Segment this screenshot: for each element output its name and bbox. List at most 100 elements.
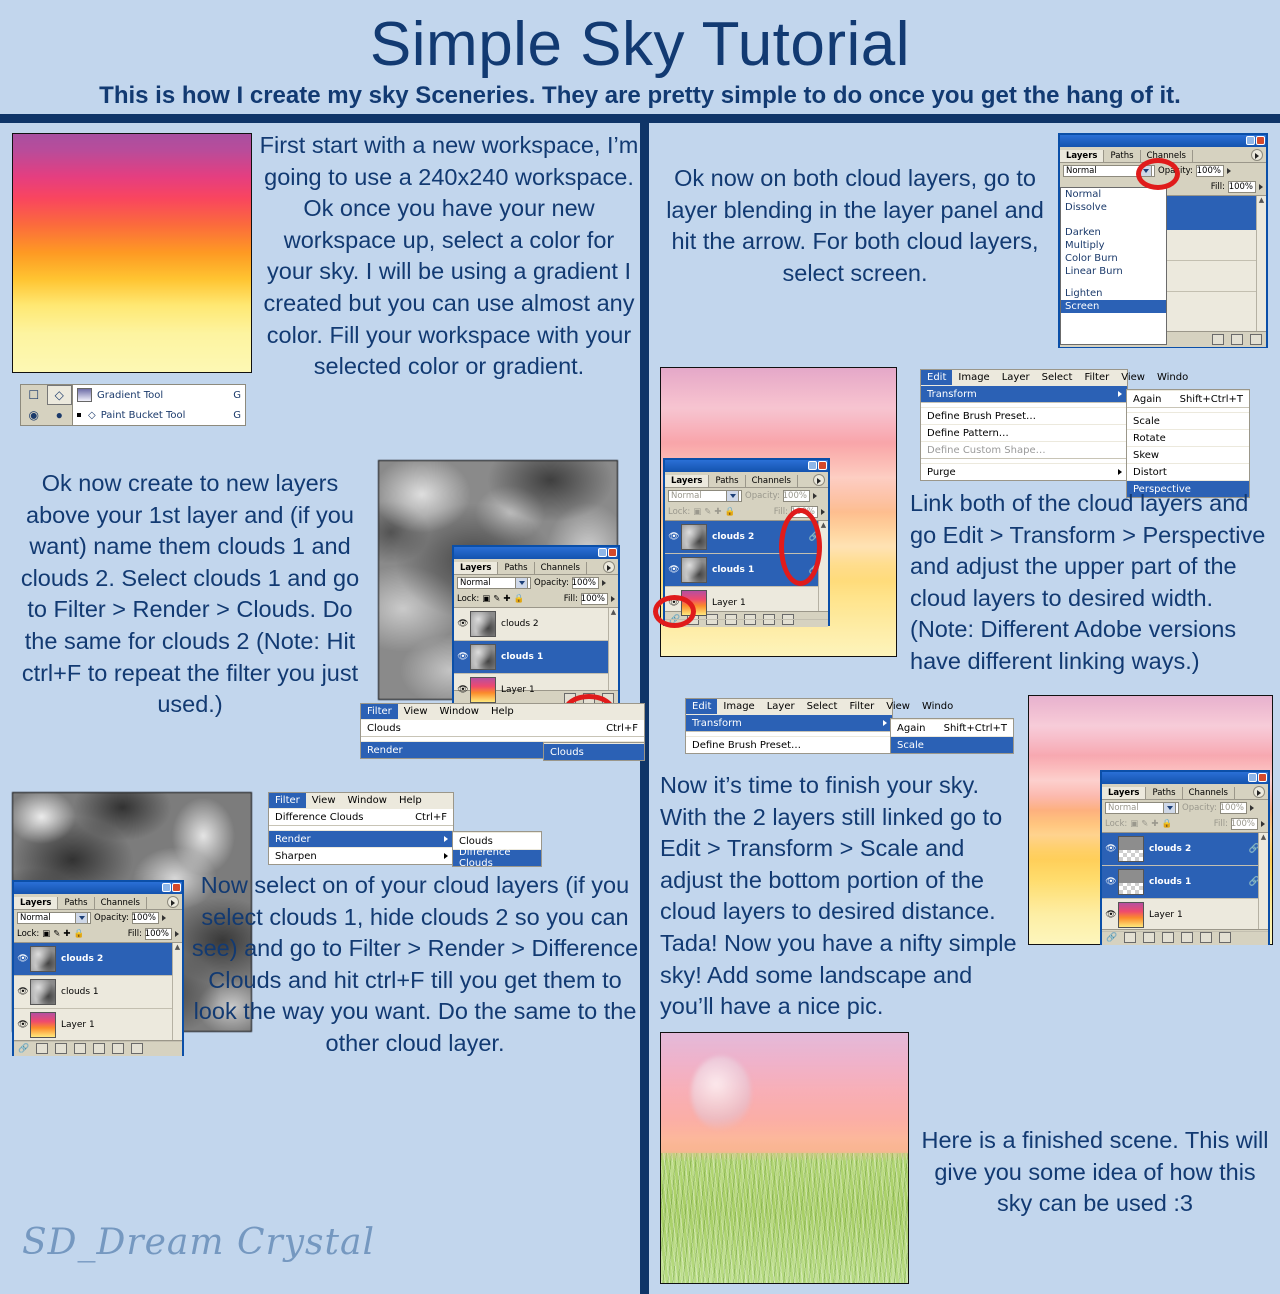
fill-input[interactable]: 100%	[581, 593, 608, 605]
filter-menu-difference[interactable]: Filter View Window Help Difference Cloud…	[268, 792, 454, 865]
blend-option-normal[interactable]: Normal	[1061, 188, 1166, 201]
menu-item-sharpen[interactable]: Sharpen	[269, 847, 453, 864]
layer-mask-icon[interactable]	[1143, 932, 1156, 943]
new-layer-icon[interactable]	[1200, 932, 1213, 943]
close-icon[interactable]	[818, 461, 827, 470]
eraser-tool-icon[interactable]: ☐	[21, 385, 47, 405]
scroll-up-icon[interactable]: ▲	[173, 943, 182, 951]
layer-row-layer-1[interactable]: 👁 Layer 1	[14, 1009, 182, 1042]
lock-image-icon[interactable]: ✎	[1141, 819, 1148, 829]
menubar-row[interactable]: Filter View Window Help	[269, 793, 453, 808]
menubar-row[interactable]: Edit Image Layer Select Filter View Wind…	[921, 370, 1188, 385]
visibility-eye-icon[interactable]: 👁	[456, 652, 470, 662]
layer-row-clouds-1[interactable]: 👁 clouds 1	[14, 976, 182, 1009]
opacity-input[interactable]: 100%	[1195, 165, 1224, 177]
layer-row-clouds-1[interactable]: 👁 clouds 1 🔗	[1102, 866, 1268, 899]
lock-all-icon[interactable]: 🔒	[74, 929, 85, 939]
minimize-icon[interactable]	[1246, 136, 1255, 145]
lock-all-icon[interactable]: 🔒	[725, 507, 736, 517]
lock-position-icon[interactable]: ✚	[63, 929, 70, 939]
layer-row-clouds-2[interactable]: 👁 clouds 2	[14, 943, 182, 976]
visibility-eye-icon[interactable]: 👁	[16, 954, 30, 964]
blend-option-multiply[interactable]: Multiply	[1061, 239, 1166, 252]
lock-transparency-icon[interactable]: ▣	[1130, 819, 1138, 829]
tab-paths[interactable]: Paths	[1146, 787, 1183, 799]
chevron-down-icon[interactable]	[726, 490, 739, 502]
blend-mode-select[interactable]: Normal	[17, 912, 91, 924]
blend-option-lighten[interactable]: Lighten	[1061, 287, 1166, 300]
lock-transparency-icon[interactable]: ▣	[482, 594, 490, 604]
menu-filter[interactable]: Filter	[269, 793, 306, 808]
new-group-icon[interactable]	[93, 1043, 106, 1054]
opacity-slider-icon[interactable]	[1249, 805, 1254, 811]
visibility-eye-icon[interactable]: 👁	[667, 532, 681, 542]
edit-menu-perspective[interactable]: Edit Image Layer Select Filter View Wind…	[920, 369, 1188, 481]
menu-view[interactable]: View	[880, 699, 916, 714]
opacity-input[interactable]: 100%	[572, 577, 599, 589]
layers-list[interactable]: ▲ 👁 clouds 2 👁 clouds 1 👁 Layer 1	[14, 942, 182, 1042]
layer-row-clouds-2[interactable]: 👁 clouds 2	[454, 608, 618, 641]
opacity-slider-icon[interactable]	[812, 493, 817, 499]
visibility-eye-icon[interactable]: 👁	[1104, 910, 1118, 920]
blend-mode-select[interactable]: Normal	[1105, 802, 1179, 814]
link-layers-icon[interactable]: 🔗	[1106, 933, 1117, 943]
menu-item-define-brush-preset[interactable]: Define Brush Preset…	[686, 736, 892, 753]
lock-transparency-icon[interactable]: ▣	[42, 929, 50, 939]
tab-paths[interactable]: Paths	[498, 562, 535, 574]
window-buttons[interactable]	[808, 461, 827, 470]
transform-submenu-perspective[interactable]: Again Shift+Ctrl+T Scale Rotate Skew Dis…	[1126, 389, 1250, 498]
menu-item-define-brush-preset[interactable]: Define Brush Preset…	[921, 407, 1127, 424]
layers-panel-1[interactable]: Layers Paths Channels Normal Opacity: 10…	[452, 545, 620, 707]
submenu-item-difference-clouds[interactable]: Difference Clouds	[453, 847, 541, 869]
window-buttons[interactable]	[1248, 773, 1267, 782]
layer-row-layer-1[interactable]: 👁 Layer 1	[1102, 899, 1268, 932]
panel-titlebar[interactable]	[454, 547, 618, 559]
tab-channels[interactable]: Channels	[95, 897, 147, 909]
delete-layer-icon[interactable]	[1250, 334, 1262, 345]
paint-bucket-tool-icon[interactable]: ◇	[46, 385, 72, 405]
tab-channels[interactable]: Channels	[1183, 787, 1235, 799]
menu-layer[interactable]: Layer	[996, 370, 1036, 385]
menu-item-purge[interactable]: Purge	[921, 463, 1127, 480]
window-buttons[interactable]	[598, 548, 617, 557]
tab-paths[interactable]: Paths	[709, 475, 746, 487]
menu-image[interactable]: Image	[717, 699, 760, 714]
visibility-eye-icon[interactable]: 👁	[16, 987, 30, 997]
chevron-down-icon[interactable]	[515, 577, 528, 589]
panel-menu-icon[interactable]	[1251, 149, 1263, 161]
fill-slider-icon[interactable]	[1261, 821, 1265, 827]
blend-option-linear-burn[interactable]: Linear Burn	[1061, 265, 1166, 278]
menu-item-clouds[interactable]: Clouds Ctrl+F	[361, 719, 644, 736]
window-buttons[interactable]	[1246, 136, 1265, 145]
layers-list[interactable]: ▲ 👁 clouds 2 🔗 👁 clouds 1 🔗 👁 Layer 1	[1102, 832, 1268, 932]
tab-layers[interactable]: Layers	[665, 475, 710, 487]
submenu-item-again[interactable]: Again Shift+Ctrl+T	[891, 719, 1013, 736]
tool-flyout-item-paint-bucket[interactable]: ◇ Paint Bucket Tool G	[73, 405, 245, 425]
layer-row-clouds-1[interactable]: 👁 clouds 1	[454, 641, 618, 674]
dodge-tool-icon[interactable]: ●	[47, 405, 73, 425]
menu-view[interactable]: View	[398, 704, 434, 719]
minimize-icon[interactable]	[1248, 773, 1257, 782]
chevron-down-icon[interactable]	[75, 912, 88, 924]
blend-option-darken[interactable]: Darken	[1061, 226, 1166, 239]
tab-channels[interactable]: Channels	[535, 562, 587, 574]
panel-tabs[interactable]: Layers Paths Channels	[665, 472, 828, 488]
tab-paths[interactable]: Paths	[58, 897, 95, 909]
layer-row-clouds-2[interactable]: 👁 clouds 2 🔗	[1102, 833, 1268, 866]
tool-flyout-list[interactable]: Gradient Tool G ◇ Paint Bucket Tool G	[72, 384, 246, 426]
lock-transparency-icon[interactable]: ▣	[693, 507, 701, 517]
tab-paths[interactable]: Paths	[1104, 150, 1141, 162]
menu-layer[interactable]: Layer	[761, 699, 801, 714]
fill-slider-icon[interactable]	[611, 596, 615, 602]
menu-window[interactable]: Windo	[1151, 370, 1194, 385]
layer-style-icon[interactable]	[1124, 932, 1137, 943]
lock-position-icon[interactable]: ✚	[1151, 819, 1158, 829]
blend-option-dissolve[interactable]: Dissolve	[1061, 201, 1166, 214]
menu-item-transform[interactable]: Transform	[686, 714, 892, 731]
new-group-icon[interactable]	[1212, 334, 1224, 345]
layers-list[interactable]: ▲ 👁 clouds 2 👁 clouds 1 👁 Layer 1	[454, 607, 618, 707]
visibility-eye-icon[interactable]: 👁	[1104, 844, 1118, 854]
submenu-item-scale[interactable]: Scale	[1127, 412, 1249, 429]
menu-window[interactable]: Window	[434, 704, 485, 719]
panel-titlebar[interactable]	[665, 460, 828, 472]
